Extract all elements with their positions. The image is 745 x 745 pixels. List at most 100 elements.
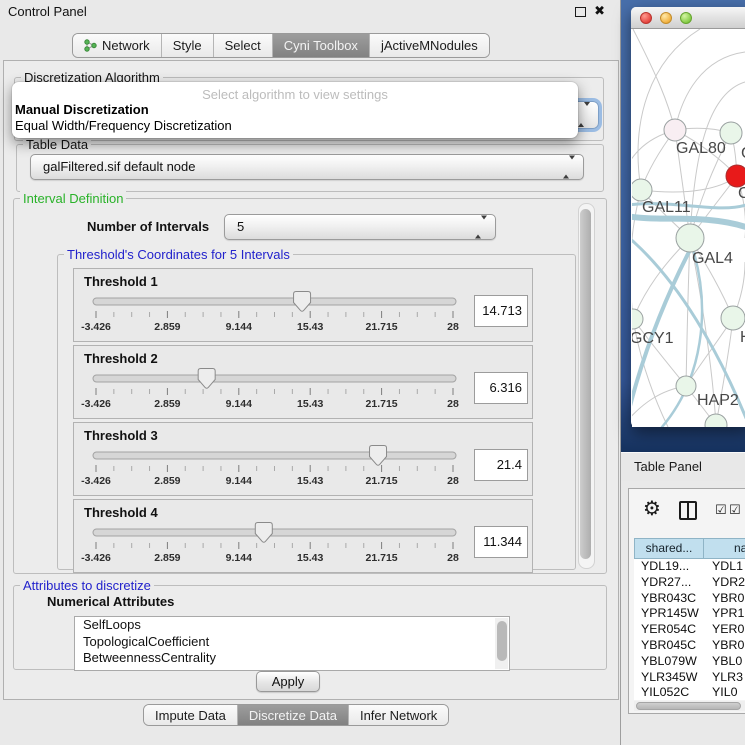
threshold-slider[interactable]: -3.4262.8599.14415.4321.71528 <box>78 291 470 337</box>
scrollbar-thumb[interactable] <box>636 702 741 710</box>
table-row[interactable]: YIL052CYIL0 <box>634 685 745 700</box>
svg-text:21.715: 21.715 <box>366 552 398 564</box>
node-label: GA <box>741 145 745 162</box>
number-of-intervals-combobox[interactable]: 5 <box>224 214 496 240</box>
dropdown-option-manual-discretization[interactable]: Manual Discretization <box>15 102 149 117</box>
tab-infer-network[interactable]: Infer Network <box>349 705 448 725</box>
checkbox-icon[interactable]: ☑ <box>715 502 727 518</box>
network-node[interactable] <box>676 376 696 396</box>
tab-label: Select <box>225 38 261 53</box>
dropdown-option-equal-width-frequency-discretization[interactable]: Equal Width/Frequency Discretization <box>15 118 232 133</box>
network-canvas[interactable]: GAL80GAGAL11CGAL4GCY1HHAP2 <box>632 29 745 427</box>
svg-text:15.43: 15.43 <box>297 475 323 487</box>
table-row[interactable]: YPR145WYPR1 <box>634 606 745 622</box>
tab-select[interactable]: Select <box>214 34 273 57</box>
close-icon[interactable]: ✖ <box>594 3 605 19</box>
tab-impute-data[interactable]: Impute Data <box>144 705 238 725</box>
table-row[interactable]: YER054CYER0 <box>634 622 745 638</box>
scrollbar-thumb[interactable] <box>497 621 507 661</box>
table-data-combobox[interactable]: galFiltered.sif default node <box>30 154 584 180</box>
threshold-label: Threshold 4 <box>84 505 158 520</box>
interval-definition-group: Interval Definition Number of Intervals … <box>13 198 607 574</box>
numerical-attributes-list[interactable]: SelfLoopsTopologicalCoefficientBetweenne… <box>74 616 510 671</box>
combo-arrows-icon <box>475 220 487 235</box>
tab-label: Impute Data <box>155 708 226 723</box>
attributes-group: Attributes to discretize Numerical Attri… <box>13 585 607 670</box>
tab-label: Discretize Data <box>249 708 337 723</box>
network-node[interactable] <box>632 309 643 329</box>
svg-text:-3.426: -3.426 <box>81 552 111 564</box>
number-of-intervals-value: 5 <box>237 215 244 239</box>
network-window: GAL80GAGAL11CGAL4GCY1HHAP2 <box>631 7 745 427</box>
threshold-label: Threshold 3 <box>84 428 158 443</box>
table-row[interactable]: YBR045CYBR0 <box>634 638 745 654</box>
network-node[interactable] <box>676 224 704 252</box>
network-node[interactable] <box>721 306 745 330</box>
network-node[interactable] <box>705 414 727 427</box>
slider-thumb[interactable] <box>198 369 215 389</box>
close-traffic-light-icon[interactable] <box>640 12 652 24</box>
tab-cyni-toolbox[interactable]: Cyni Toolbox <box>273 34 370 57</box>
vertical-scrollbar[interactable] <box>578 203 595 569</box>
table-row[interactable]: YLR345WYLR3 <box>634 670 745 686</box>
scrollbar-thumb[interactable] <box>580 209 591 559</box>
gear-icon[interactable]: ⚙ <box>643 496 661 521</box>
threshold-slider[interactable]: -3.4262.8599.14415.4321.71528 <box>78 522 470 568</box>
threshold-value-field[interactable]: 11.344 <box>474 526 528 558</box>
table-cell: YER054C <box>634 622 704 638</box>
threshold-value-field[interactable]: 14.713 <box>474 295 528 327</box>
svg-text:15.43: 15.43 <box>297 321 323 333</box>
svg-text:28: 28 <box>447 398 459 410</box>
table-data-group: Table Data galFiltered.sif default node <box>16 144 604 192</box>
threshold-slider[interactable]: -3.4262.8599.14415.4321.71528 <box>78 445 470 491</box>
minimize-traffic-light-icon[interactable] <box>660 12 672 24</box>
table-cell: YIL0 <box>704 685 745 700</box>
list-scrollbar[interactable] <box>495 618 508 669</box>
tab-label: jActiveMNodules <box>381 38 478 53</box>
column-selector-icon[interactable] <box>679 501 697 520</box>
column-header[interactable]: na <box>704 539 745 558</box>
network-node[interactable] <box>664 119 686 141</box>
tab-jactivemnodules[interactable]: jActiveMNodules <box>370 34 489 57</box>
checkbox-icon[interactable]: ☑ <box>729 502 741 518</box>
network-window-titlebar[interactable] <box>631 7 745 29</box>
control-panel: Control Panel ✖ NetworkStyleSelectCyni T… <box>0 0 621 745</box>
tab-style[interactable]: Style <box>162 34 214 57</box>
float-window-icon[interactable] <box>575 7 586 17</box>
network-node[interactable] <box>726 165 745 187</box>
table-row[interactable]: YBR043CYBR0 <box>634 591 745 607</box>
svg-text:28: 28 <box>447 552 459 564</box>
slider-thumb[interactable] <box>255 523 272 543</box>
table-cell: YPR145W <box>634 606 704 622</box>
column-header[interactable]: shared... <box>635 539 704 558</box>
cytopanel-tabs: NetworkStyle Select Cyni Toolbox jActiveMNo… <box>72 33 490 58</box>
threshold-row: Threshold 2-3.4262.8599.14415.4321.71528… <box>73 345 533 419</box>
numerical-attribute-item[interactable]: BetweennessCentrality <box>75 650 509 667</box>
table-row[interactable]: YBL079WYBL0 <box>634 654 745 670</box>
threshold-row: Threshold 3 -3.4262.8599.14415.4321.71528… <box>73 422 533 496</box>
horizontal-scrollbar[interactable] <box>634 701 745 711</box>
attributes-group-title: Attributes to discretize <box>20 578 154 593</box>
numerical-attribute-item[interactable]: TopologicalCoefficient <box>75 634 509 651</box>
network-node[interactable] <box>632 179 652 201</box>
node-label: GAL4 <box>692 250 733 267</box>
table-data-group-title: Table Data <box>23 137 91 152</box>
slider-thumb[interactable] <box>294 292 311 312</box>
table-panel-frame: ⚙ ☑ ☑ shared...naYDL19...YDL1YDR27...YDR… <box>628 488 745 714</box>
node-attribute-table[interactable]: shared...naYDL19...YDL1YDR27...YDR2YBR04… <box>634 538 745 700</box>
table-row[interactable]: YDL19...YDL1 <box>634 559 745 575</box>
tab-network[interactable]: Network <box>73 34 162 57</box>
table-panel-titlebar: Table Panel <box>621 452 745 482</box>
threshold-value-field[interactable]: 6.316 <box>474 372 528 404</box>
slider-thumb[interactable] <box>370 446 387 466</box>
numerical-attribute-item[interactable]: SelfLoops <box>75 617 509 634</box>
table-cell: YLR345W <box>634 670 704 686</box>
apply-button[interactable]: Apply <box>256 671 320 692</box>
svg-text:21.715: 21.715 <box>366 398 398 410</box>
table-cell: YDR27... <box>634 575 704 591</box>
table-row[interactable]: YDR27...YDR2 <box>634 575 745 591</box>
threshold-slider[interactable]: -3.4262.8599.14415.4321.71528 <box>78 368 470 414</box>
zoom-traffic-light-icon[interactable] <box>680 12 692 24</box>
threshold-value-field[interactable]: 21.4 <box>474 449 528 481</box>
tab-discretize-data[interactable]: Discretize Data <box>238 705 349 725</box>
